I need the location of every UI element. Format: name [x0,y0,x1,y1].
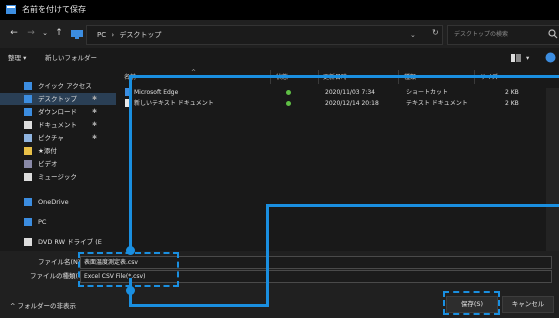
download-icon [24,108,32,116]
sidebar-item-5[interactable]: ピクチャ ✱ [0,132,116,144]
highlight-line [129,75,559,78]
picture-icon [24,134,32,142]
file-date: 2020/12/14 20:18 [325,100,379,107]
pin-icon: ✱ [92,121,98,128]
highlight-marker [126,286,135,295]
sidebar-item-4[interactable]: ドキュメント ✱ [0,119,116,131]
sidebar-item-label: PC [38,218,47,226]
sidebar-item-label: デスクトップ [38,95,77,103]
file-date: 2020/11/03 7:34 [325,89,375,96]
file-type: ショートカット [406,89,449,96]
breadcrumb-desktop[interactable]: デスクトップ [119,31,161,39]
help-icon[interactable] [545,52,556,63]
pin-icon: ✱ [92,95,98,102]
file-size: 2 KB [505,89,519,96]
file-name: 新しいテキスト ドキュメント [134,100,214,107]
music-icon [24,173,32,181]
refresh-icon[interactable]: ↻ [432,26,439,40]
title-bar: 名前を付けて保存 [0,0,559,20]
file-size: 2 KB [505,100,519,107]
search-box[interactable]: デスクトップの検索 [447,25,559,45]
breadcrumb-separator: › [111,31,115,39]
desktop-icon [24,95,32,103]
sidebar-item-label: クイック アクセス [38,82,92,90]
star-icon [24,82,32,90]
sidebar-item-1[interactable]: クイック アクセス [0,80,116,92]
address-bar[interactable]: PC › デスクトップ ⌄ [71,25,443,45]
table-row[interactable]: Microsoft Edge 2020/11/03 7:34 ショートカット 2… [120,87,559,98]
sidebar-item-label: ミュージック [38,173,77,181]
search-placeholder: デスクトップの検索 [454,31,509,38]
pc-icon [24,218,32,226]
address-dropdown-icon[interactable]: ⌄ [410,28,416,42]
highlight-dashed-box [443,291,500,315]
new-folder-button[interactable]: 新しいフォルダー [45,52,97,64]
view-options-icon[interactable] [511,54,521,62]
view-dropdown-icon[interactable]: ▾ [526,52,529,64]
highlight-line [129,304,269,307]
sidebar-item-label: DVD RW ドライブ (E [38,238,102,246]
sidebar-item-label: ダウンロード [38,108,77,116]
pc-icon [71,30,83,39]
document-icon [24,121,32,129]
dvd-icon [24,238,32,246]
sidebar-item-label: ドキュメント [38,121,77,129]
video-icon [24,160,32,168]
app-icon [6,5,16,14]
pin-icon: ✱ [92,134,98,141]
sidebar-item-8[interactable]: ミュージック [0,171,116,183]
sidebar-item-2[interactable]: デスクトップ ✱ [0,93,116,105]
back-button[interactable]: ← [8,27,20,39]
sidebar-item-label: ★添付 [38,147,57,155]
cloud-icon [24,198,32,206]
file-name: Microsoft Edge [134,89,179,96]
sidebar-item-label: ビデオ [38,160,58,168]
filename-label: ファイル名(N): [38,258,83,266]
table-row[interactable]: 新しいテキスト ドキュメント 2020/12/14 20:18 テキスト ドキュ… [120,98,559,109]
highlight-line [266,204,269,307]
forward-button[interactable]: → [25,27,37,39]
hide-folders-button[interactable]: ^ フォルダーの非表示 [10,300,76,312]
highlight-marker [126,246,135,255]
highlight-line [266,204,559,207]
sidebar-item-9[interactable]: OneDrive [0,196,116,208]
sidebar-item-7[interactable]: ビデオ [0,158,116,170]
sidebar-item-3[interactable]: ダウンロード ✱ [0,106,116,118]
cancel-button[interactable]: キャンセル [502,296,554,313]
recent-dropdown-icon[interactable]: ⌄ [39,27,51,39]
pin-icon: ✱ [92,108,98,115]
sync-status-icon [286,90,291,95]
breadcrumb-pc[interactable]: PC [97,31,106,39]
vertical-scrollbar[interactable] [546,88,559,251]
file-type: テキスト ドキュメント [406,100,468,107]
highlight-dashed-box [78,252,179,287]
sidebar-item-10[interactable]: PC [0,216,116,228]
organize-button[interactable]: 整理 ▾ [8,52,26,64]
breadcrumb: PC › デスクトップ [97,28,161,42]
toolbar: 整理 ▾ 新しいフォルダー ▾ [0,48,559,69]
navigation-bar: ← → ⌄ ↑ PC › デスクトップ ⌄ ↻ デスクトップの検索 [0,20,559,48]
search-icon[interactable] [548,29,558,39]
sidebar-item-6[interactable]: ★添付 [0,145,116,157]
sidebar-item-11[interactable]: DVD RW ドライブ (E [0,236,116,248]
sidebar-item-label: OneDrive [38,198,69,206]
highlight-line [129,75,132,250]
folder-icon [24,147,32,155]
sync-status-icon [286,101,291,106]
sidebar-item-label: ピクチャ [38,134,64,142]
window-title: 名前を付けて保存 [22,5,86,14]
up-button[interactable]: ↑ [53,27,65,39]
